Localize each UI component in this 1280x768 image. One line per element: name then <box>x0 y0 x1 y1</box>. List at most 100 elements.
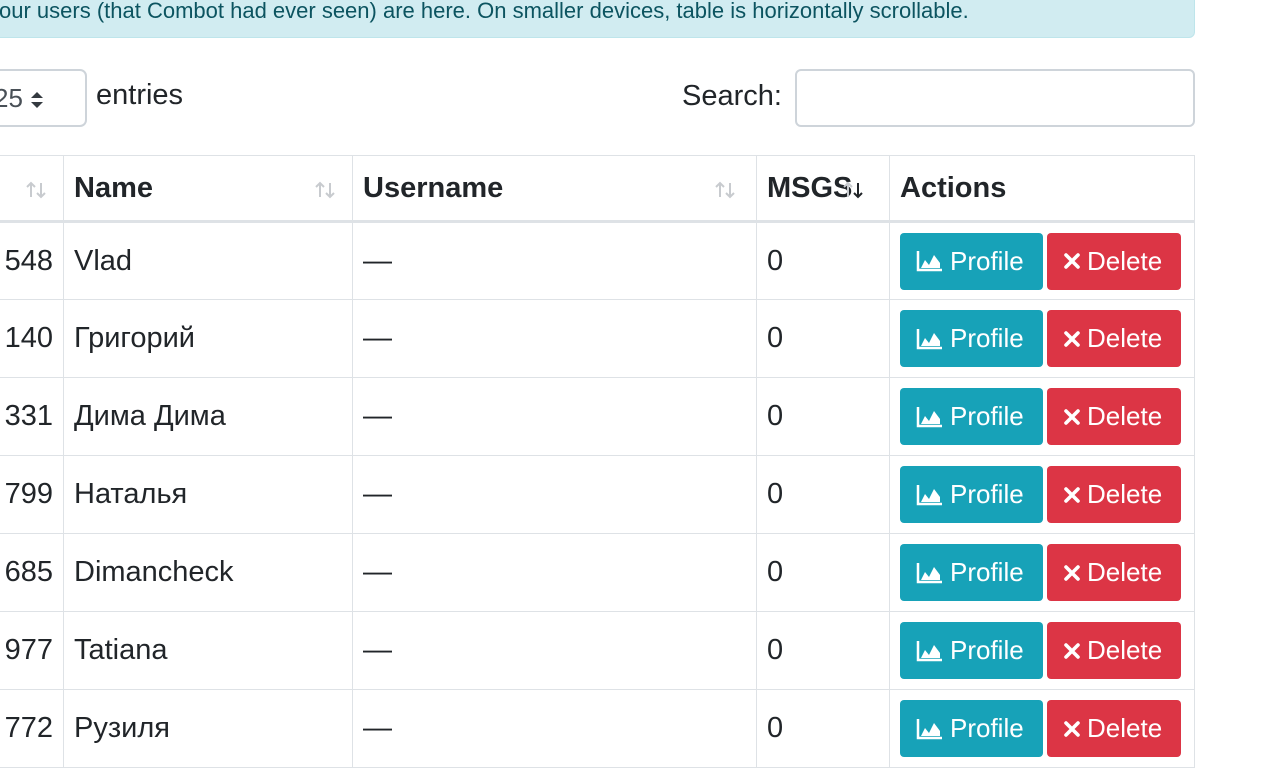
user-name-cell: Tatiana <box>63 611 353 690</box>
user-username: — <box>363 400 392 432</box>
sort-arrows-icon <box>315 181 335 199</box>
user-username: — <box>363 322 392 354</box>
user-msgs: 0 <box>767 478 784 510</box>
user-name-cell: Дима Дима <box>63 377 353 456</box>
profile-button[interactable]: Profile <box>900 466 1043 523</box>
close-icon <box>1064 408 1080 425</box>
table-row: 331 Дима Дима — 0 Profile Delete <box>0 377 1195 456</box>
user-username: — <box>363 556 392 588</box>
delete-button[interactable]: Delete <box>1047 388 1181 445</box>
table-header-row: Name Username MSGS Actions <box>0 155 1195 223</box>
user-name: Рузиля <box>74 712 170 744</box>
profile-button[interactable]: Profile <box>900 232 1043 290</box>
user-msgs-cell: 0 <box>756 455 890 534</box>
user-username-cell: — <box>352 377 757 456</box>
profile-button[interactable]: Profile <box>900 700 1043 757</box>
delete-label: Delete <box>1087 323 1163 353</box>
entries-length-select[interactable]: 25 <box>0 69 87 127</box>
user-name: Dimancheck <box>74 556 234 588</box>
close-icon <box>1064 642 1080 659</box>
user-username-cell: — <box>352 221 757 300</box>
user-id: 977 <box>4 634 53 666</box>
column-header-name[interactable]: Name <box>63 155 353 223</box>
user-name: Наталья <box>74 478 188 510</box>
select-arrows-icon <box>31 92 43 108</box>
user-msgs: 0 <box>767 634 784 666</box>
actions-cell: Profile Delete <box>889 611 1195 690</box>
delete-button[interactable]: Delete <box>1047 622 1181 679</box>
close-icon <box>1064 330 1080 347</box>
user-id: 685 <box>4 556 53 588</box>
users-table: Name Username MSGS Actions 548 Vlad — 0 … <box>0 155 1195 768</box>
profile-label: Profile <box>950 713 1024 743</box>
user-msgs-cell: 0 <box>756 299 890 378</box>
user-name: Vlad <box>74 244 133 277</box>
user-name: Tatiana <box>74 634 168 666</box>
user-msgs-cell: 0 <box>756 221 890 300</box>
alert-text: our users (that Combot had ever seen) ar… <box>0 0 969 23</box>
user-msgs: 0 <box>767 712 784 744</box>
user-msgs: 0 <box>767 556 784 588</box>
user-username-cell: — <box>352 455 757 534</box>
user-username: — <box>363 712 392 744</box>
table-row: 799 Наталья — 0 Profile Delete <box>0 455 1195 534</box>
profile-label: Profile <box>950 245 1024 276</box>
user-id-cell: 799 <box>0 455 64 534</box>
delete-label: Delete <box>1087 713 1163 743</box>
user-username-cell: — <box>352 299 757 378</box>
sort-arrows-icon <box>26 181 46 199</box>
user-name-cell: Рузиля <box>63 689 353 768</box>
user-msgs-cell: 0 <box>756 689 890 768</box>
column-header-msgs[interactable]: MSGS <box>756 155 890 223</box>
user-msgs-cell: 0 <box>756 611 890 690</box>
search-label: Search: <box>682 80 782 112</box>
user-username-cell: — <box>352 611 757 690</box>
table-row: 685 Dimancheck — 0 Profile Delete <box>0 533 1195 612</box>
user-username-cell: — <box>352 689 757 768</box>
column-header-username[interactable]: Username <box>352 155 757 223</box>
user-name: Григорий <box>74 322 195 354</box>
area-chart-icon <box>916 484 942 505</box>
profile-button[interactable]: Profile <box>900 388 1043 445</box>
table-row: 772 Рузиля — 0 Profile Delete <box>0 689 1195 768</box>
delete-button[interactable]: Delete <box>1047 232 1181 290</box>
actions-cell: Profile Delete <box>889 455 1195 534</box>
profile-button[interactable]: Profile <box>900 310 1043 367</box>
delete-button[interactable]: Delete <box>1047 544 1181 601</box>
column-header-id[interactable] <box>0 155 64 223</box>
column-header-actions: Actions <box>889 155 1195 223</box>
user-id-cell: 977 <box>0 611 64 690</box>
user-name-cell: Vlad <box>63 221 353 300</box>
user-username: — <box>363 634 392 666</box>
user-id: 772 <box>4 712 53 744</box>
user-name-cell: Наталья <box>63 455 353 534</box>
actions-cell: Profile Delete <box>889 221 1195 300</box>
profile-button[interactable]: Profile <box>900 622 1043 679</box>
actions-cell: Profile Delete <box>889 299 1195 378</box>
user-msgs-cell: 0 <box>756 377 890 456</box>
user-id: 140 <box>4 322 53 354</box>
user-id-cell: 772 <box>0 689 64 768</box>
delete-button[interactable]: Delete <box>1047 310 1181 367</box>
actions-cell: Profile Delete <box>889 689 1195 768</box>
sort-arrows-icon <box>715 181 735 199</box>
delete-label: Delete <box>1087 479 1163 509</box>
delete-button[interactable]: Delete <box>1047 466 1181 523</box>
area-chart-icon <box>916 640 942 661</box>
user-id: 799 <box>4 478 53 510</box>
entries-label: entries <box>96 79 184 111</box>
user-id-cell: 331 <box>0 377 64 456</box>
area-chart-icon <box>916 251 942 272</box>
delete-button[interactable]: Delete <box>1047 700 1181 757</box>
sort-desc-icon <box>843 181 863 199</box>
user-id-cell: 685 <box>0 533 64 612</box>
user-username-cell: — <box>352 533 757 612</box>
user-id: 331 <box>4 400 53 432</box>
user-msgs: 0 <box>767 244 784 277</box>
search-input[interactable] <box>795 69 1195 127</box>
close-icon <box>1064 486 1080 503</box>
user-username: — <box>363 478 392 510</box>
profile-button[interactable]: Profile <box>900 544 1043 601</box>
user-msgs: 0 <box>767 322 784 354</box>
user-username: — <box>363 244 392 277</box>
